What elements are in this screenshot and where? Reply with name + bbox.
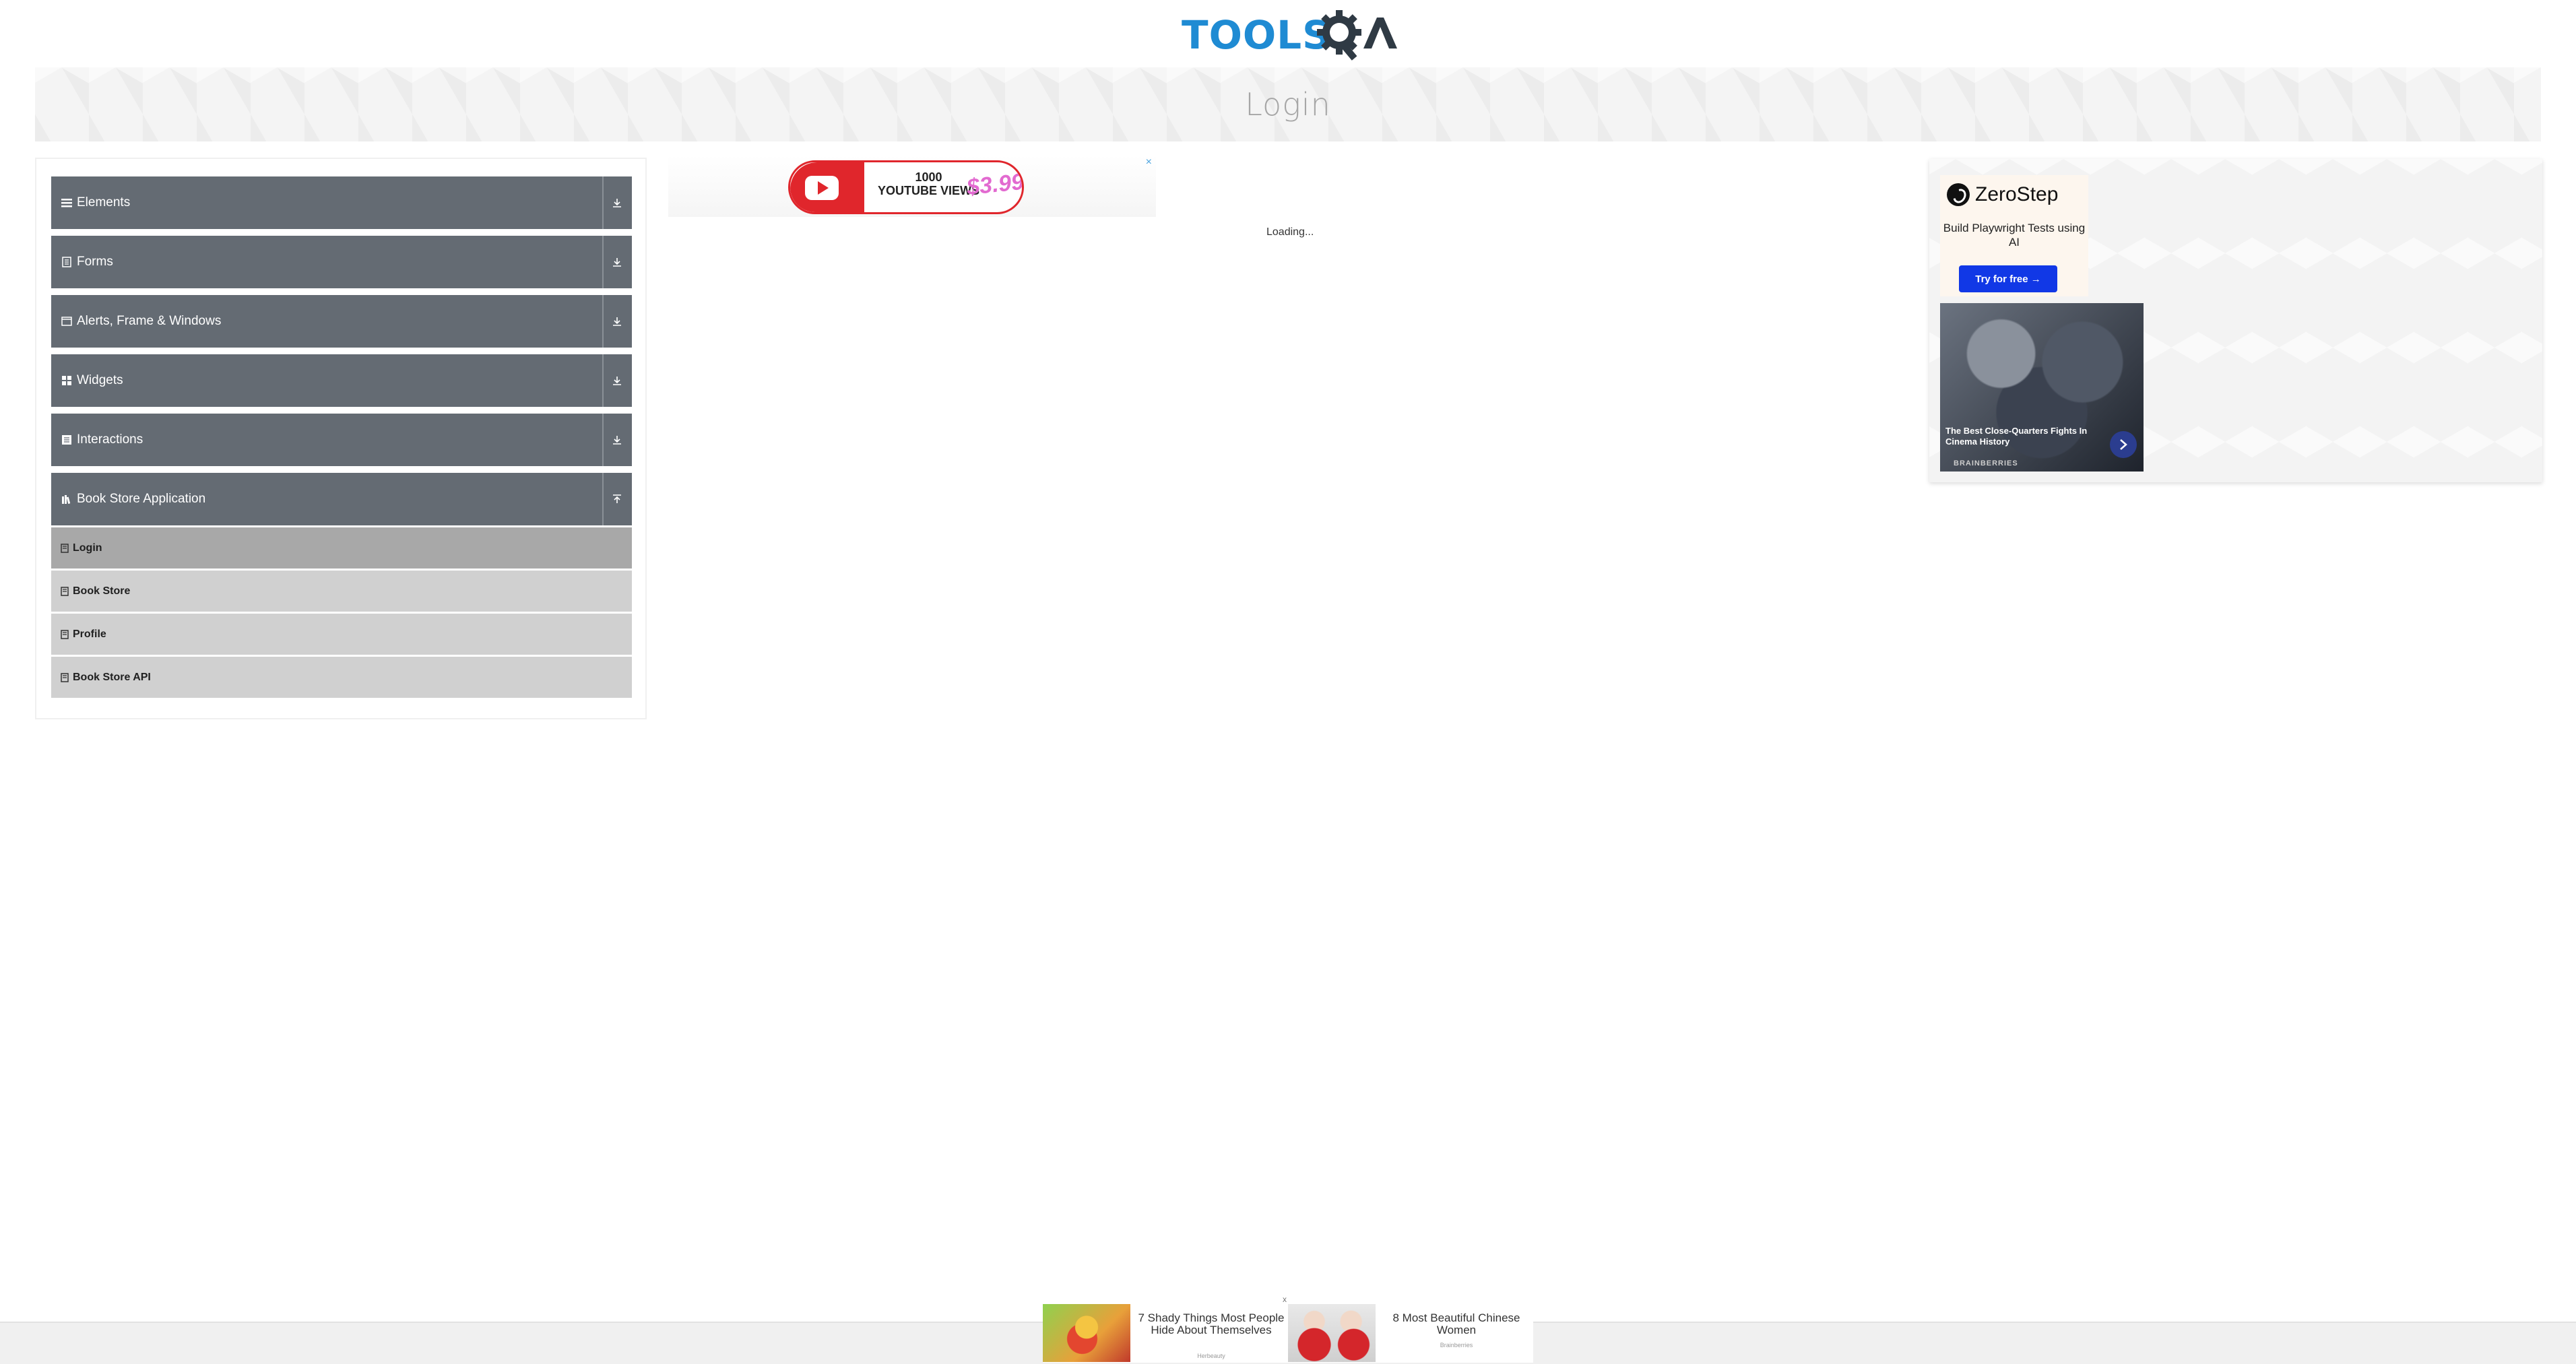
right-ad: ZeroStep Build Playwright Tests using AI… bbox=[1929, 159, 2542, 482]
sidebar-group-forms[interactable]: Forms bbox=[51, 236, 632, 288]
expand-icon[interactable] bbox=[602, 354, 631, 407]
interaction-icon bbox=[61, 434, 73, 446]
ad-source: Herbeauty bbox=[1197, 1353, 1225, 1359]
sidebar-group-label: Interactions bbox=[77, 432, 143, 447]
sidebar-group-label: Alerts, Frame & Windows bbox=[77, 314, 222, 328]
zerostep-brand: ZeroStep bbox=[1975, 183, 2059, 205]
sidebar-group-label: Book Store Application bbox=[77, 492, 206, 506]
collapse-icon[interactable] bbox=[602, 473, 631, 525]
sidebar-item-book-store[interactable]: Book Store bbox=[51, 571, 632, 612]
window-icon bbox=[61, 315, 73, 327]
sidebar-group-widgets[interactable]: Widgets bbox=[51, 354, 632, 407]
toolsqa-logo-graphic: TOOLS bbox=[1182, 10, 1397, 61]
chevron-right-icon[interactable] bbox=[2110, 431, 2137, 458]
ad-close-icon[interactable]: × bbox=[1146, 156, 1152, 168]
expand-icon[interactable] bbox=[602, 295, 631, 348]
book-store-menu: Login Book Store Profile Book Store API bbox=[51, 527, 632, 700]
ad-text-line1: 1000 bbox=[915, 170, 942, 184]
sidebar-item-label: Book Store bbox=[73, 585, 131, 597]
ad-story-title: The Best Close-Quarters Fights In Cinema… bbox=[1945, 426, 2088, 447]
ad-source: Brainberries bbox=[1440, 1342, 1473, 1349]
sidebar-group-book-store-application[interactable]: Book Store Application bbox=[51, 473, 632, 525]
sidebar-item-login[interactable]: Login bbox=[51, 527, 632, 569]
ad-price: $3.99 bbox=[965, 168, 1024, 201]
book-item-icon bbox=[61, 672, 69, 682]
loading-text: Loading... bbox=[1266, 226, 1314, 238]
hamburger-icon bbox=[61, 197, 73, 209]
sidebar-group-elements[interactable]: Elements bbox=[51, 176, 632, 229]
toolsqa-logo[interactable]: TOOLS bbox=[1180, 9, 1397, 62]
sidebar-group-interactions[interactable]: Interactions bbox=[51, 414, 632, 466]
sidebar: Elements Forms Alerts, Frame & Windows W… bbox=[35, 158, 647, 719]
sidebar-group-label: Forms bbox=[77, 255, 113, 269]
youtube-views-ad[interactable]: × 1000 YOUTUBE VIEWS $3.99 bbox=[668, 155, 1156, 217]
ad-close-icon[interactable]: x bbox=[1283, 1295, 1287, 1304]
sidebar-group-alerts[interactable]: Alerts, Frame & Windows bbox=[51, 295, 632, 348]
zerostep-logo-icon bbox=[1947, 183, 1970, 206]
brainberries-ad[interactable]: The Best Close-Quarters Fights In Cinema… bbox=[1940, 303, 2144, 472]
svg-text:TOOLS: TOOLS bbox=[1182, 12, 1331, 58]
ad-text: 1000 YOUTUBE VIEWS bbox=[878, 170, 979, 197]
book-item-icon bbox=[61, 543, 69, 553]
zerostep-tagline: Build Playwright Tests using AI bbox=[1943, 222, 2086, 249]
sidebar-item-label: Book Store API bbox=[73, 671, 151, 683]
sidebar-item-book-store-api[interactable]: Book Store API bbox=[51, 657, 632, 698]
form-icon bbox=[61, 256, 73, 268]
sidebar-item-label: Login bbox=[73, 542, 102, 554]
ad-source: BRAINBERRIES bbox=[1954, 459, 2018, 467]
page-banner: Login bbox=[35, 67, 2541, 141]
zerostep-ad[interactable]: ZeroStep Build Playwright Tests using AI… bbox=[1940, 175, 2088, 296]
try-for-free-button[interactable]: Try for free → bbox=[1959, 265, 2057, 292]
grid-icon bbox=[61, 375, 73, 387]
ad-thumbnail bbox=[1288, 1304, 1376, 1362]
ad-title: 8 Most Beautiful Chinese Women bbox=[1392, 1311, 1520, 1336]
book-item-icon bbox=[61, 586, 69, 596]
sidebar-group-label: Elements bbox=[77, 195, 131, 209]
expand-icon[interactable] bbox=[602, 414, 631, 466]
bottom-ad: x 7 Shady Things Most People Hide About … bbox=[1043, 1295, 1533, 1363]
book-item-icon bbox=[61, 629, 69, 639]
expand-icon[interactable] bbox=[602, 176, 631, 229]
youtube-play-icon bbox=[818, 181, 829, 195]
sidebar-item-label: Profile bbox=[73, 628, 106, 640]
ad-title: 7 Shady Things Most People Hide About Th… bbox=[1138, 1311, 1285, 1336]
ad-text-line2: YOUTUBE VIEWS bbox=[878, 184, 980, 197]
sidebar-group-label: Widgets bbox=[77, 373, 123, 387]
sidebar-item-profile[interactable]: Profile bbox=[51, 614, 632, 655]
page-title: Login bbox=[1245, 86, 1331, 123]
header: TOOLS bbox=[0, 0, 2576, 67]
book-icon bbox=[61, 493, 73, 505]
ad-banner: 1000 YOUTUBE VIEWS $3.99 bbox=[788, 160, 1024, 214]
expand-icon[interactable] bbox=[602, 236, 631, 288]
ad-thumbnail bbox=[1043, 1304, 1130, 1362]
